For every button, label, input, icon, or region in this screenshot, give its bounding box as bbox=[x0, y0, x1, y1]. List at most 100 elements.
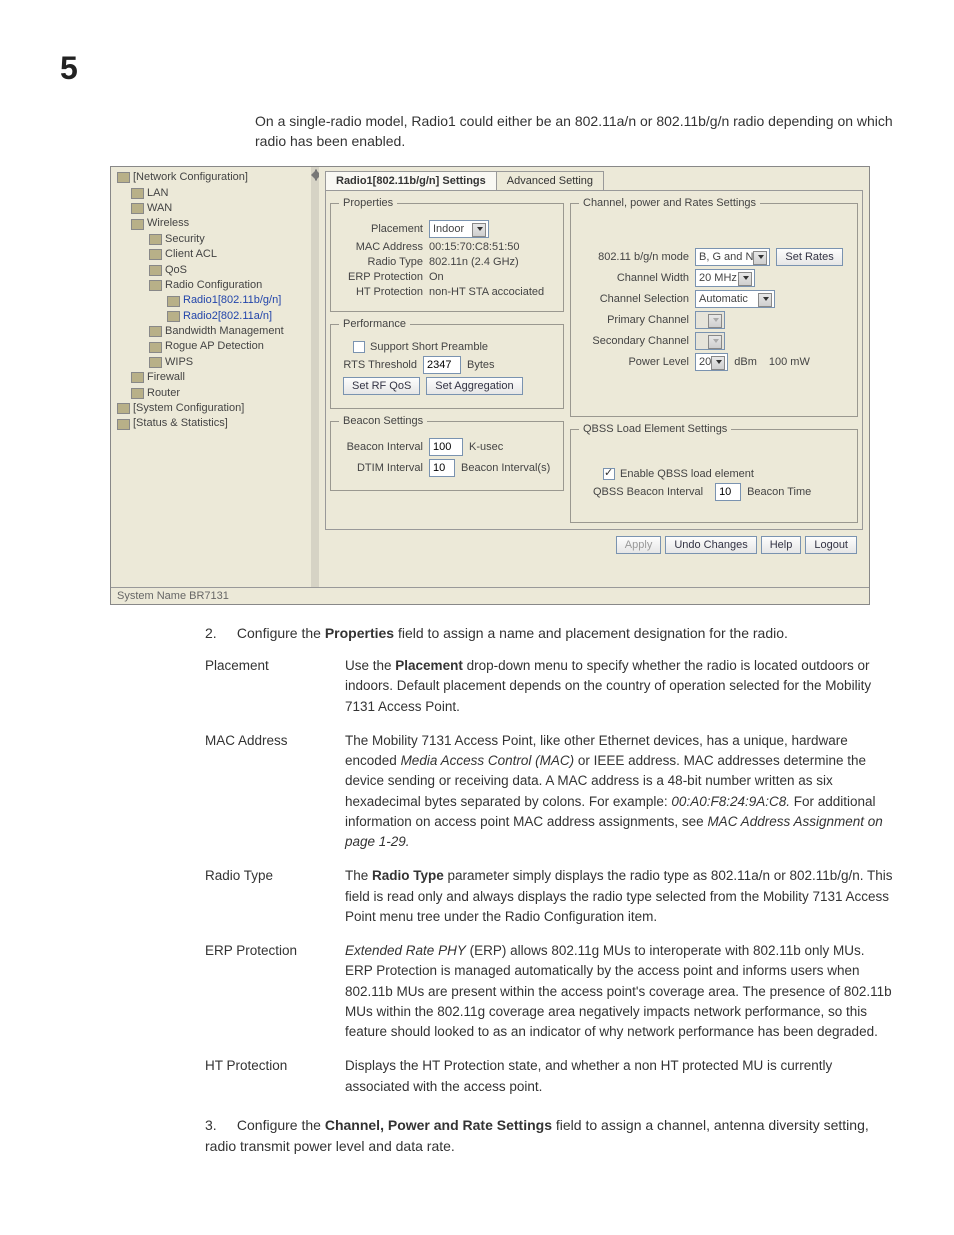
tree-item[interactable]: [Network Configuration] bbox=[113, 170, 309, 185]
property-definition: Radio TypeThe Radio Type parameter simpl… bbox=[205, 866, 894, 927]
firewall-icon bbox=[131, 372, 144, 383]
help-button[interactable]: Help bbox=[761, 536, 802, 554]
page-number: 5 bbox=[60, 50, 894, 87]
erp-value: On bbox=[429, 271, 444, 283]
tree-item[interactable]: Firewall bbox=[113, 370, 309, 385]
tree-item[interactable]: Radio2[802.11a/n] bbox=[113, 309, 309, 324]
bandwidth-icon bbox=[149, 326, 162, 337]
definition-term: Placement bbox=[205, 656, 345, 717]
primary-label: Primary Channel bbox=[579, 314, 695, 326]
tree-item[interactable]: Router bbox=[113, 386, 309, 401]
definition-term: Radio Type bbox=[205, 866, 345, 927]
splitter-handle[interactable] bbox=[311, 167, 319, 587]
selection-select[interactable]: Automatic bbox=[695, 290, 775, 308]
performance-legend: Performance bbox=[339, 318, 410, 330]
property-definition: PlacementUse the Placement drop-down men… bbox=[205, 656, 894, 717]
beacon-interval-unit: K-usec bbox=[469, 441, 503, 453]
set-rf-qos-button[interactable]: Set RF QoS bbox=[343, 377, 420, 395]
short-preamble-label: Support Short Preamble bbox=[370, 341, 488, 353]
tree-label: Router bbox=[147, 386, 180, 401]
placement-label: Placement bbox=[339, 223, 429, 235]
admin-screenshot: [Network Configuration]LANWANWirelessSec… bbox=[110, 166, 870, 605]
qbss-interval-input[interactable] bbox=[715, 483, 741, 501]
ht-value: non-HT STA accociated bbox=[429, 286, 544, 298]
rts-label: RTS Threshold bbox=[343, 359, 423, 371]
dtim-input[interactable] bbox=[429, 459, 455, 477]
definition-description: The Mobility 7131 Access Point, like oth… bbox=[345, 731, 894, 853]
tree-label: Radio2[802.11a/n] bbox=[183, 309, 272, 324]
set-rates-button[interactable]: Set Rates bbox=[776, 248, 842, 266]
nav-tree: [Network Configuration]LANWANWirelessSec… bbox=[111, 167, 311, 587]
tree-label: WIPS bbox=[165, 355, 193, 370]
tree-item[interactable]: [System Configuration] bbox=[113, 401, 309, 416]
power-select[interactable]: 20 bbox=[695, 353, 728, 371]
qos-icon bbox=[149, 265, 162, 276]
tree-item[interactable]: Security bbox=[113, 232, 309, 247]
tree-item[interactable]: QoS bbox=[113, 263, 309, 278]
qbss-enable-checkbox[interactable] bbox=[603, 468, 615, 480]
mac-label: MAC Address bbox=[339, 241, 429, 253]
tree-label: Client ACL bbox=[165, 247, 217, 262]
power-unit-mw: 100 mW bbox=[769, 356, 810, 368]
tree-label: Wireless bbox=[147, 216, 189, 231]
tree-label: Security bbox=[165, 232, 205, 247]
undo-changes-button[interactable]: Undo Changes bbox=[665, 536, 756, 554]
step-2: 2. Configure the Properties field to ass… bbox=[205, 623, 894, 644]
tree-label: [System Configuration] bbox=[133, 401, 244, 416]
definition-term: HT Protection bbox=[205, 1056, 345, 1097]
tree-label: Rogue AP Detection bbox=[165, 339, 264, 354]
secondary-select bbox=[695, 332, 725, 350]
tree-item[interactable]: Rogue AP Detection bbox=[113, 339, 309, 354]
ht-label: HT Protection bbox=[339, 286, 429, 298]
tree-item[interactable]: Bandwidth Management bbox=[113, 324, 309, 339]
definition-description: The Radio Type parameter simply displays… bbox=[345, 866, 894, 927]
lan-icon bbox=[131, 188, 144, 199]
placement-select[interactable]: Indoor bbox=[429, 220, 489, 238]
beacon-legend: Beacon Settings bbox=[339, 415, 427, 427]
channel-group: Channel, power and Rates Settings 802.11… bbox=[570, 197, 858, 417]
beacon-interval-label: Beacon Interval bbox=[339, 441, 429, 453]
tree-item[interactable]: LAN bbox=[113, 186, 309, 201]
radio-config-icon bbox=[149, 280, 162, 291]
tab-radio1-settings[interactable]: Radio1[802.11b/g/n] Settings bbox=[325, 171, 497, 190]
tree-item[interactable]: Wireless bbox=[113, 216, 309, 231]
tab-advanced-setting[interactable]: Advanced Setting bbox=[496, 171, 604, 190]
mode-select[interactable]: B, G and N bbox=[695, 248, 770, 266]
power-label: Power Level bbox=[579, 356, 695, 368]
qbss-interval-unit: Beacon Time bbox=[747, 486, 811, 498]
tree-item[interactable]: [Status & Statistics] bbox=[113, 416, 309, 431]
set-aggregation-button[interactable]: Set Aggregation bbox=[426, 377, 522, 395]
width-select[interactable]: 20 MHz bbox=[695, 269, 755, 287]
logout-button[interactable]: Logout bbox=[805, 536, 857, 554]
rogue-icon bbox=[149, 342, 162, 353]
wan-icon bbox=[131, 203, 144, 214]
primary-select bbox=[695, 311, 725, 329]
dtim-unit: Beacon Interval(s) bbox=[461, 462, 550, 474]
qbss-group: QBSS Load Element Settings Enable QBSS l… bbox=[570, 423, 858, 523]
intro-paragraph: On a single-radio model, Radio1 could ei… bbox=[255, 112, 894, 151]
client-icon bbox=[149, 249, 162, 260]
tree-item[interactable]: Client ACL bbox=[113, 247, 309, 262]
step-3: 3. Configure the Channel, Power and Rate… bbox=[205, 1115, 894, 1157]
rts-input[interactable] bbox=[423, 356, 461, 374]
property-definition: ERP ProtectionExtended Rate PHY (ERP) al… bbox=[205, 941, 894, 1042]
tree-label: Radio Configuration bbox=[165, 278, 262, 293]
mode-label: 802.11 b/g/n mode bbox=[579, 251, 695, 263]
tree-item[interactable]: Radio1[802.11b/g/n] bbox=[113, 293, 309, 308]
property-definition: HT ProtectionDisplays the HT Protection … bbox=[205, 1056, 894, 1097]
radio-type-value: 802.11n (2.4 GHz) bbox=[429, 256, 519, 268]
tree-item[interactable]: WAN bbox=[113, 201, 309, 216]
beacon-interval-input[interactable] bbox=[429, 438, 463, 456]
apply-button[interactable]: Apply bbox=[616, 536, 662, 554]
rts-unit: Bytes bbox=[467, 359, 495, 371]
router-icon bbox=[131, 388, 144, 399]
short-preamble-checkbox[interactable] bbox=[353, 341, 365, 353]
tree-item[interactable]: WIPS bbox=[113, 355, 309, 370]
security-icon bbox=[149, 234, 162, 245]
network-icon bbox=[117, 172, 130, 183]
tree-item[interactable]: Radio Configuration bbox=[113, 278, 309, 293]
dtim-label: DTIM Interval bbox=[339, 462, 429, 474]
stats-icon bbox=[117, 419, 130, 430]
status-bar: System Name BR7131 bbox=[111, 587, 869, 604]
definition-description: Use the Placement drop-down menu to spec… bbox=[345, 656, 894, 717]
